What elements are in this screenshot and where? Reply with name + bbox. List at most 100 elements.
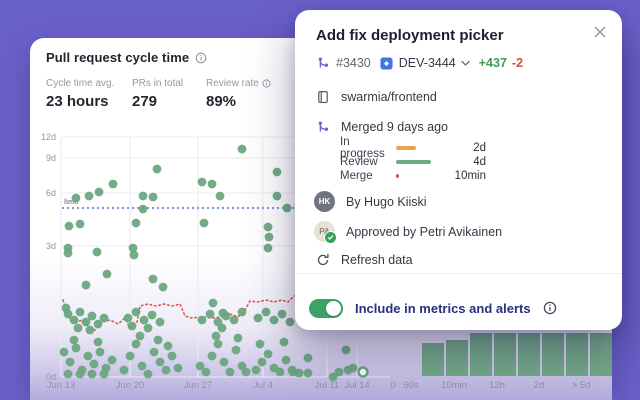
- pr-scatter-point[interactable]: [280, 338, 289, 347]
- pr-scatter-point[interactable]: [156, 318, 165, 327]
- pr-scatter-point[interactable]: [208, 180, 217, 189]
- refresh-data-button[interactable]: Refresh data: [316, 253, 413, 267]
- pr-scatter-point[interactable]: [139, 192, 148, 201]
- histogram-bar[interactable]: [542, 333, 564, 376]
- pr-scatter-point[interactable]: [60, 348, 69, 357]
- pr-scatter-point[interactable]: [335, 368, 344, 377]
- pr-scatter-point[interactable]: [109, 180, 118, 189]
- pr-scatter-point[interactable]: [72, 194, 81, 203]
- pr-scatter-point[interactable]: [144, 324, 153, 333]
- pr-scatter-point[interactable]: [103, 270, 112, 279]
- pr-scatter-point[interactable]: [132, 308, 141, 317]
- pr-scatter-point[interactable]: [198, 178, 207, 187]
- pr-scatter-point[interactable]: [220, 358, 229, 367]
- pr-scatter-point[interactable]: [238, 308, 247, 317]
- pr-scatter-point[interactable]: [159, 283, 168, 292]
- pr-scatter-point[interactable]: [342, 346, 351, 355]
- pr-scatter-point[interactable]: [70, 316, 79, 325]
- pr-scatter-point[interactable]: [74, 324, 83, 333]
- pr-scatter-point[interactable]: [256, 340, 265, 349]
- pr-scatter-point[interactable]: [234, 334, 243, 343]
- pr-scatter-point[interactable]: [140, 316, 149, 325]
- pr-scatter-point[interactable]: [136, 332, 145, 341]
- histogram-bar[interactable]: [446, 340, 468, 376]
- close-icon[interactable]: [593, 25, 607, 39]
- pr-scatter-point[interactable]: [162, 366, 171, 375]
- pr-scatter-point[interactable]: [149, 275, 158, 284]
- pr-scatter-point[interactable]: [258, 358, 267, 367]
- pr-scatter-point[interactable]: [216, 192, 225, 201]
- pr-scatter-point[interactable]: [94, 338, 103, 347]
- pr-scatter-point[interactable]: [273, 192, 282, 201]
- pr-scatter-point[interactable]: [62, 304, 71, 313]
- pr-scatter-point[interactable]: [100, 370, 109, 379]
- pr-scatter-point[interactable]: [222, 312, 231, 321]
- pr-scatter-point[interactable]: [304, 354, 313, 363]
- pr-scatter-point[interactable]: [96, 348, 105, 357]
- pr-scatter-point[interactable]: [64, 370, 73, 379]
- pr-scatter-point[interactable]: [139, 205, 148, 214]
- pr-scatter-point[interactable]: [209, 299, 218, 308]
- pr-scatter-point[interactable]: [252, 366, 261, 375]
- pr-scatter-point[interactable]: [212, 332, 221, 341]
- histogram-bar[interactable]: [590, 333, 612, 376]
- histogram-bar[interactable]: [470, 333, 492, 376]
- histogram-bar[interactable]: [518, 333, 540, 376]
- pr-scatter-point[interactable]: [72, 344, 81, 353]
- pr-scatter-point[interactable]: [128, 322, 137, 331]
- pr-scatter-point[interactable]: [124, 314, 133, 323]
- pr-scatter-point[interactable]: [156, 358, 165, 367]
- pr-scatter-point[interactable]: [206, 310, 215, 319]
- pr-scatter-point[interactable]: [120, 366, 129, 375]
- pr-scatter-point[interactable]: [132, 219, 141, 228]
- pr-scatter-point[interactable]: [264, 244, 273, 253]
- ticket-id[interactable]: DEV-3444: [399, 56, 456, 70]
- pr-scatter-point[interactable]: [153, 165, 162, 174]
- pr-scatter-point[interactable]: [88, 370, 97, 379]
- repo-name[interactable]: swarmia/frontend: [341, 90, 437, 104]
- pr-scatter-point[interactable]: [95, 188, 104, 197]
- include-metrics-toggle[interactable]: [309, 299, 343, 318]
- histogram-bar[interactable]: [494, 333, 516, 376]
- pr-scatter-point[interactable]: [88, 312, 97, 321]
- pr-scatter-point[interactable]: [273, 168, 282, 177]
- pr-scatter-point[interactable]: [214, 340, 223, 349]
- approver-avatar[interactable]: PA: [314, 221, 335, 242]
- pr-scatter-point[interactable]: [100, 314, 109, 323]
- pr-scatter-point[interactable]: [264, 223, 273, 232]
- pr-scatter-point[interactable]: [168, 352, 177, 361]
- pr-scatter-point[interactable]: [150, 348, 159, 357]
- pr-scatter-point[interactable]: [66, 358, 75, 367]
- pr-scatter-point[interactable]: [226, 368, 235, 377]
- pr-scatter-point[interactable]: [65, 222, 74, 231]
- pr-scatter-point[interactable]: [90, 360, 99, 369]
- pr-scatter-point[interactable]: [86, 326, 95, 335]
- pr-scatter-point[interactable]: [149, 193, 158, 202]
- pr-number[interactable]: #3430: [336, 56, 371, 70]
- pr-scatter-point[interactable]: [254, 314, 263, 323]
- pr-scatter-point[interactable]: [130, 251, 139, 260]
- pr-scatter-point[interactable]: [282, 356, 291, 365]
- histogram-bar[interactable]: [566, 333, 588, 376]
- pr-scatter-point[interactable]: [70, 336, 79, 345]
- pr-scatter-point[interactable]: [138, 362, 147, 371]
- pr-scatter-point[interactable]: [264, 350, 273, 359]
- pr-scatter-point[interactable]: [283, 204, 292, 213]
- pr-scatter-point[interactable]: [84, 352, 93, 361]
- pr-scatter-point[interactable]: [278, 310, 287, 319]
- pr-scatter-point[interactable]: [265, 233, 274, 242]
- pr-scatter-point[interactable]: [174, 364, 183, 373]
- pr-scatter-point[interactable]: [82, 281, 91, 290]
- pr-scatter-point[interactable]: [198, 316, 207, 325]
- pr-scatter-point[interactable]: [218, 324, 227, 333]
- pr-scatter-point[interactable]: [76, 220, 85, 229]
- info-icon[interactable]: [262, 79, 271, 88]
- pr-scatter-point[interactable]: [64, 249, 73, 258]
- pr-scatter-point[interactable]: [232, 346, 241, 355]
- histogram-bar[interactable]: [422, 343, 444, 376]
- pr-scatter-point[interactable]: [238, 145, 247, 154]
- pr-scatter-point[interactable]: [93, 248, 102, 257]
- pr-scatter-point[interactable]: [270, 316, 279, 325]
- pr-scatter-point[interactable]: [230, 316, 239, 325]
- pr-scatter-point[interactable]: [202, 368, 211, 377]
